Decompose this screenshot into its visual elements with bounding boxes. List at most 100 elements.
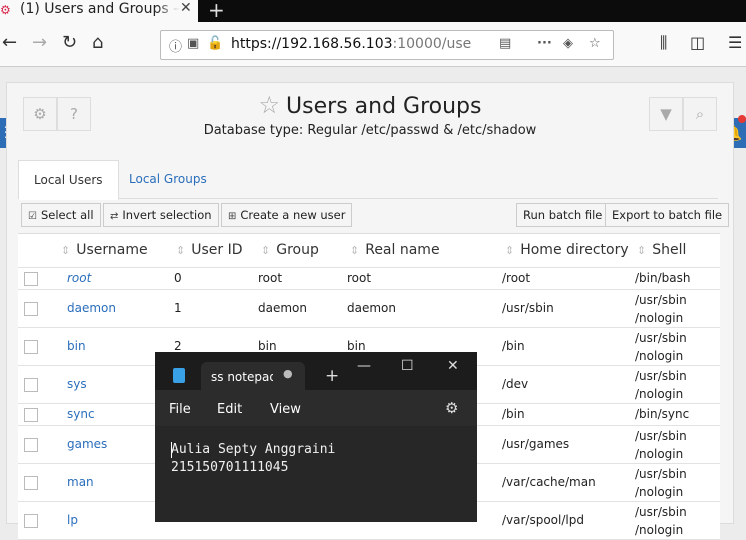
sort-icon: ⇕ [261, 244, 271, 257]
table-header-row: ⇕ Username ⇕ User ID ⇕ Group ⇕ Real name ⇕ Ho… [18, 234, 720, 268]
shell-line: /nologin [635, 523, 684, 537]
col-label: Username [76, 242, 148, 258]
webmin-favicon-icon: ⚙ [0, 3, 11, 17]
group: daemon [258, 301, 307, 315]
col-label: Real name [365, 242, 440, 258]
menu-file[interactable]: File [169, 402, 191, 417]
username-link[interactable]: sync [67, 407, 95, 421]
real-name: bin [347, 339, 366, 353]
username-link[interactable]: daemon [67, 301, 116, 315]
home-directory: /var/spool/lpd [502, 513, 584, 527]
home-directory: /bin [502, 339, 525, 353]
row-checkbox[interactable] [24, 272, 38, 286]
username-link[interactable]: bin [67, 339, 86, 353]
info-icon[interactable]: ⓘ [169, 36, 182, 55]
browser-tab[interactable]: ⚙ (1) Users and Groups — W ✕ [0, 0, 198, 22]
tab-close-icon[interactable]: ✕ [180, 0, 192, 16]
notepad-new-tab-button[interactable]: + [325, 366, 339, 386]
sidebar-toggle-icon[interactable]: ◫ [690, 32, 705, 54]
pocket-icon[interactable]: ◈ [563, 36, 573, 51]
back-icon[interactable]: ← [2, 32, 17, 54]
col-header-home[interactable]: ⇕ Home directory [505, 242, 629, 258]
reload-icon[interactable]: ↻ [62, 32, 77, 54]
row-checkbox[interactable] [24, 438, 38, 452]
col-header-group[interactable]: ⇕ Group [261, 242, 319, 258]
notepad-tab[interactable]: ss notepad ● [201, 362, 305, 390]
real-name: daemon [347, 301, 396, 315]
shell: /bin/sync [635, 407, 690, 421]
url-bar[interactable]: ⓘ ▣ 🔓 https://192.168.56.103:10000/usera… [160, 30, 614, 60]
shell-line: /usr/sbin [635, 467, 687, 481]
username-link[interactable]: sys [67, 377, 87, 391]
page-title: ☆ Users and Groups [7, 91, 733, 119]
shell-line: /nologin [635, 485, 684, 499]
text-line: Aulia Septy Anggraini [171, 442, 336, 457]
menu-view[interactable]: View [270, 402, 301, 417]
shell-line: /usr/sbin [635, 331, 687, 345]
permissions-icon[interactable]: ▣ [187, 36, 199, 51]
col-header-realname[interactable]: ⇕ Real name [350, 242, 440, 258]
menu-edit[interactable]: Edit [217, 402, 242, 417]
row-checkbox[interactable] [24, 476, 38, 490]
username-link[interactable]: games [67, 437, 107, 451]
home-directory: /usr/games [502, 437, 570, 451]
row-checkbox[interactable] [24, 514, 38, 528]
maximize-icon[interactable]: ☐ [401, 358, 414, 374]
shell: /usr/sbin/nologin [635, 427, 687, 463]
text-line: 215150701111045 [171, 460, 289, 475]
tab-local-groups[interactable]: Local Groups [114, 160, 222, 198]
notepad-title-bar[interactable]: ss notepad ● + — ☐ ✕ [155, 352, 477, 390]
username-link[interactable]: man [67, 475, 94, 489]
col-header-shell[interactable]: ⇕ Shell [637, 242, 686, 258]
shell-line: /nologin [635, 349, 684, 363]
url-text[interactable]: https://192.168.56.103:10000/userad [231, 36, 471, 52]
username-link[interactable]: lp [67, 513, 78, 527]
shell: /usr/sbin/nologin [635, 291, 687, 327]
favorite-star-icon[interactable]: ☆ [259, 91, 281, 119]
username-link[interactable]: root [67, 271, 91, 285]
settings-gear-icon[interactable]: ⚙ [445, 399, 458, 417]
shell-line: /usr/sbin [635, 429, 687, 443]
reader-view-icon[interactable]: ▤ [499, 36, 511, 51]
close-icon[interactable]: ✕ [447, 358, 459, 374]
invert-selection-button[interactable]: ⇄ Invert selection [103, 203, 219, 227]
new-tab-button[interactable]: + [208, 0, 225, 22]
invert-selection-label: Invert selection [122, 208, 212, 222]
row-checkbox[interactable] [24, 302, 38, 316]
home-directory: /var/cache/man [502, 475, 596, 489]
user-id: 0 [174, 271, 182, 285]
group: root [258, 271, 283, 285]
user-id: 1 [174, 301, 182, 315]
library-icon[interactable]: ⫼ [660, 32, 667, 54]
bookmark-star-icon[interactable]: ☆ [589, 36, 601, 51]
notepad-window[interactable]: ss notepad ● + — ☐ ✕ File Edit View ⚙ Au… [155, 352, 477, 522]
notepad-text-area[interactable]: Aulia Septy Anggraini 215150701111045 [155, 426, 477, 522]
export-batch-button[interactable]: Export to batch file [605, 203, 730, 227]
col-header-userid[interactable]: ⇕ User ID [176, 242, 243, 258]
insecure-lock-icon[interactable]: 🔓 [207, 36, 223, 51]
row-checkbox[interactable] [24, 378, 38, 392]
page-actions-icon[interactable]: ··· [537, 36, 552, 51]
row-checkbox[interactable] [24, 408, 38, 422]
col-label: Group [276, 242, 319, 258]
sort-icon: ⇕ [505, 244, 515, 257]
tab-local-users[interactable]: Local Users [18, 160, 119, 200]
shell-line: /nologin [635, 447, 684, 461]
select-all-button[interactable]: ☑ Select all [21, 203, 101, 227]
home-icon[interactable]: ⌂ [92, 32, 103, 54]
browser-tab-bar: ⚙ (1) Users and Groups — W ✕ + [0, 0, 746, 22]
group: bin [258, 339, 277, 353]
real-name: root [347, 271, 372, 285]
home-directory: /dev [502, 377, 529, 391]
notepad-app-icon [173, 368, 185, 383]
sort-icon: ⇕ [61, 244, 71, 257]
row-checkbox[interactable] [24, 340, 38, 354]
shell: /bin/bash [635, 271, 691, 285]
forward-icon[interactable]: → [32, 32, 47, 54]
create-user-button[interactable]: ⊞ Create a new user [221, 203, 353, 227]
run-batch-button[interactable]: Run batch file [516, 203, 610, 227]
menu-icon[interactable]: ☰ [728, 32, 742, 54]
minimize-icon[interactable]: — [357, 358, 371, 374]
col-header-username[interactable]: ⇕ Username [61, 242, 148, 258]
shell-line: /usr/sbin [635, 293, 687, 307]
